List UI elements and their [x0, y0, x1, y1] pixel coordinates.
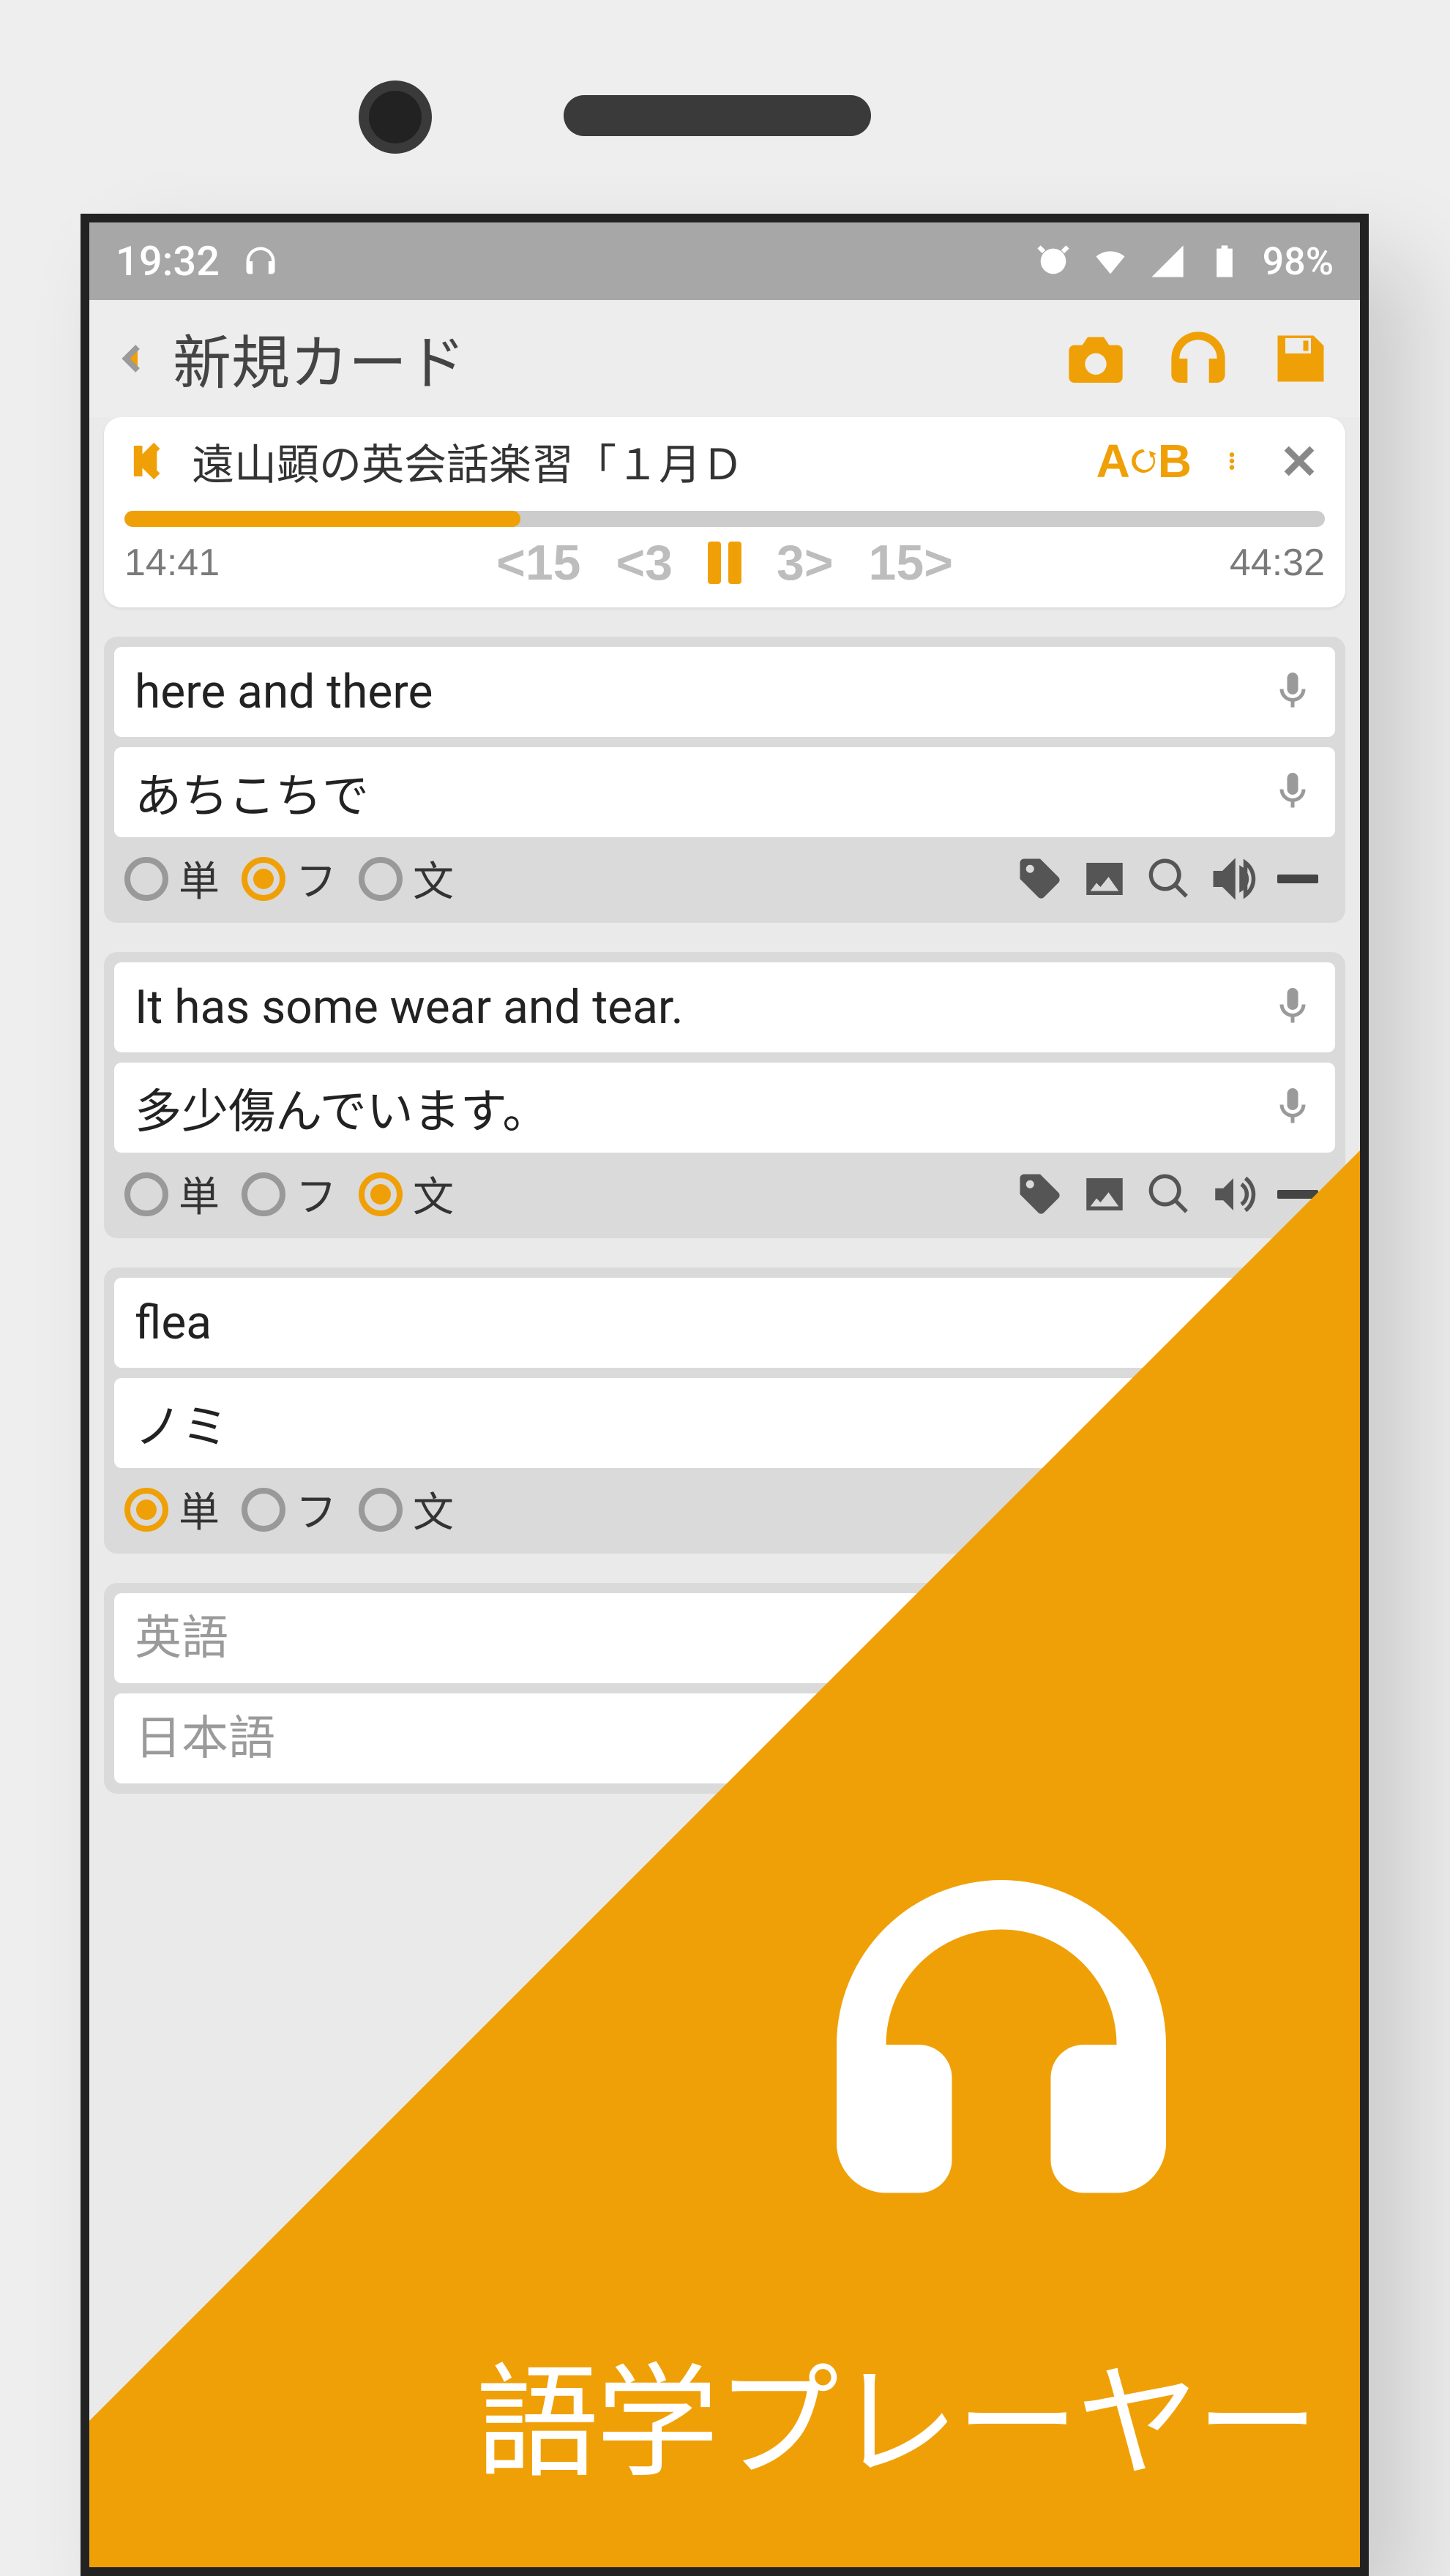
card-back-field[interactable]: [114, 1378, 1335, 1468]
card-back-input[interactable]: [135, 1396, 1315, 1450]
card-front-field[interactable]: [114, 962, 1335, 1052]
radio-tan[interactable]: [124, 857, 168, 901]
tag-button[interactable]: [1013, 1167, 1067, 1221]
card-block: 単 フ 文: [104, 637, 1345, 923]
speaker-button[interactable]: [1206, 1167, 1260, 1221]
card-toolbar: 単 フ 文: [114, 837, 1335, 913]
save-button[interactable]: [1268, 326, 1334, 392]
card-front-field[interactable]: [114, 647, 1335, 737]
card-front-field[interactable]: [114, 1593, 1335, 1683]
radio-fu[interactable]: [242, 857, 285, 901]
remove-card-button[interactable]: [1271, 1167, 1325, 1221]
card-front-input[interactable]: [135, 1611, 1315, 1666]
mic-button[interactable]: [1271, 669, 1315, 716]
card-front-field[interactable]: [114, 1278, 1335, 1368]
camera-button[interactable]: [1063, 326, 1129, 392]
device-camera-dot: [359, 80, 432, 154]
card-toolbar: 単 フ 文: [114, 1468, 1335, 1543]
back-button[interactable]: [116, 341, 151, 376]
content-area: 遠山顕の英会話楽習「１月Ｄ A B 14:41 <15: [89, 417, 1360, 1794]
radio-bun[interactable]: [359, 857, 403, 901]
card-front-input[interactable]: [135, 664, 1271, 719]
player-menu-button[interactable]: [1206, 438, 1257, 484]
speaker-button[interactable]: [1206, 852, 1260, 906]
player-prev-track-button[interactable]: [124, 441, 176, 482]
status-bar: 19:32 98%: [89, 222, 1360, 300]
image-button[interactable]: [1077, 1167, 1132, 1221]
skip-back-15-button[interactable]: <15: [496, 534, 580, 591]
progress-fill: [124, 511, 520, 527]
headphones-icon: [242, 242, 280, 280]
pause-button[interactable]: [708, 542, 741, 584]
track-title: 遠山顕の英会話楽習「１月Ｄ: [192, 430, 1080, 492]
radio-bun[interactable]: [359, 1172, 403, 1216]
card-toolbar: 単 フ 文: [114, 1153, 1335, 1228]
card-back-input[interactable]: [135, 1711, 1315, 1766]
radio-tan[interactable]: [124, 1488, 168, 1532]
time-total: 44:32: [1230, 541, 1325, 585]
card-front-input[interactable]: [135, 980, 1271, 1035]
tag-button[interactable]: [1013, 852, 1067, 906]
radio-tan[interactable]: [124, 1172, 168, 1216]
card-block: 単 フ 文: [104, 952, 1345, 1238]
signal-icon: [1148, 242, 1186, 280]
radio-fu[interactable]: [242, 1488, 285, 1532]
status-time: 19:32: [116, 237, 220, 285]
page-title: 新規カード: [173, 316, 1026, 401]
radio-fu[interactable]: [242, 1172, 285, 1216]
card-back-input[interactable]: [135, 1080, 1271, 1135]
mic-button[interactable]: [1271, 1085, 1315, 1131]
radio-bun[interactable]: [359, 1488, 403, 1532]
skip-back-3-button[interactable]: <3: [616, 534, 673, 591]
mic-button[interactable]: [1271, 984, 1315, 1031]
app-bar: 新規カード: [89, 300, 1360, 417]
search-button[interactable]: [1142, 1167, 1196, 1221]
card-back-input[interactable]: [135, 765, 1271, 820]
card-back-field[interactable]: [114, 1693, 1335, 1783]
skip-fwd-15-button[interactable]: 15>: [869, 534, 953, 591]
battery-icon: [1206, 242, 1244, 280]
card-block-empty: [104, 1583, 1345, 1794]
image-button[interactable]: [1077, 852, 1132, 906]
card-front-input[interactable]: [135, 1295, 1315, 1350]
headphones-button[interactable]: [1165, 326, 1231, 392]
device-speaker-slot: [564, 95, 871, 136]
ab-loop-button[interactable]: A B: [1096, 434, 1190, 488]
skip-fwd-3-button[interactable]: 3>: [777, 534, 834, 591]
remove-card-button[interactable]: [1271, 852, 1325, 906]
card-back-field[interactable]: [114, 747, 1335, 837]
phone-frame: 19:32 98% 新規カード: [81, 214, 1369, 2576]
battery-percent: 98%: [1263, 239, 1334, 284]
promo-caption: 語学プレーヤー: [476, 2324, 1316, 2501]
mic-button[interactable]: [1271, 769, 1315, 816]
wifi-icon: [1091, 242, 1129, 280]
promo-headphones-icon: [804, 1847, 1199, 2245]
card-block: 単 フ 文: [104, 1268, 1345, 1554]
audio-player: 遠山顕の英会話楽習「１月Ｄ A B 14:41 <15: [104, 417, 1345, 607]
search-button[interactable]: [1142, 852, 1196, 906]
progress-bar[interactable]: [124, 511, 1325, 527]
alarm-icon: [1034, 242, 1072, 280]
card-back-field[interactable]: [114, 1063, 1335, 1153]
player-close-button[interactable]: [1274, 442, 1325, 480]
time-elapsed: 14:41: [124, 541, 220, 585]
